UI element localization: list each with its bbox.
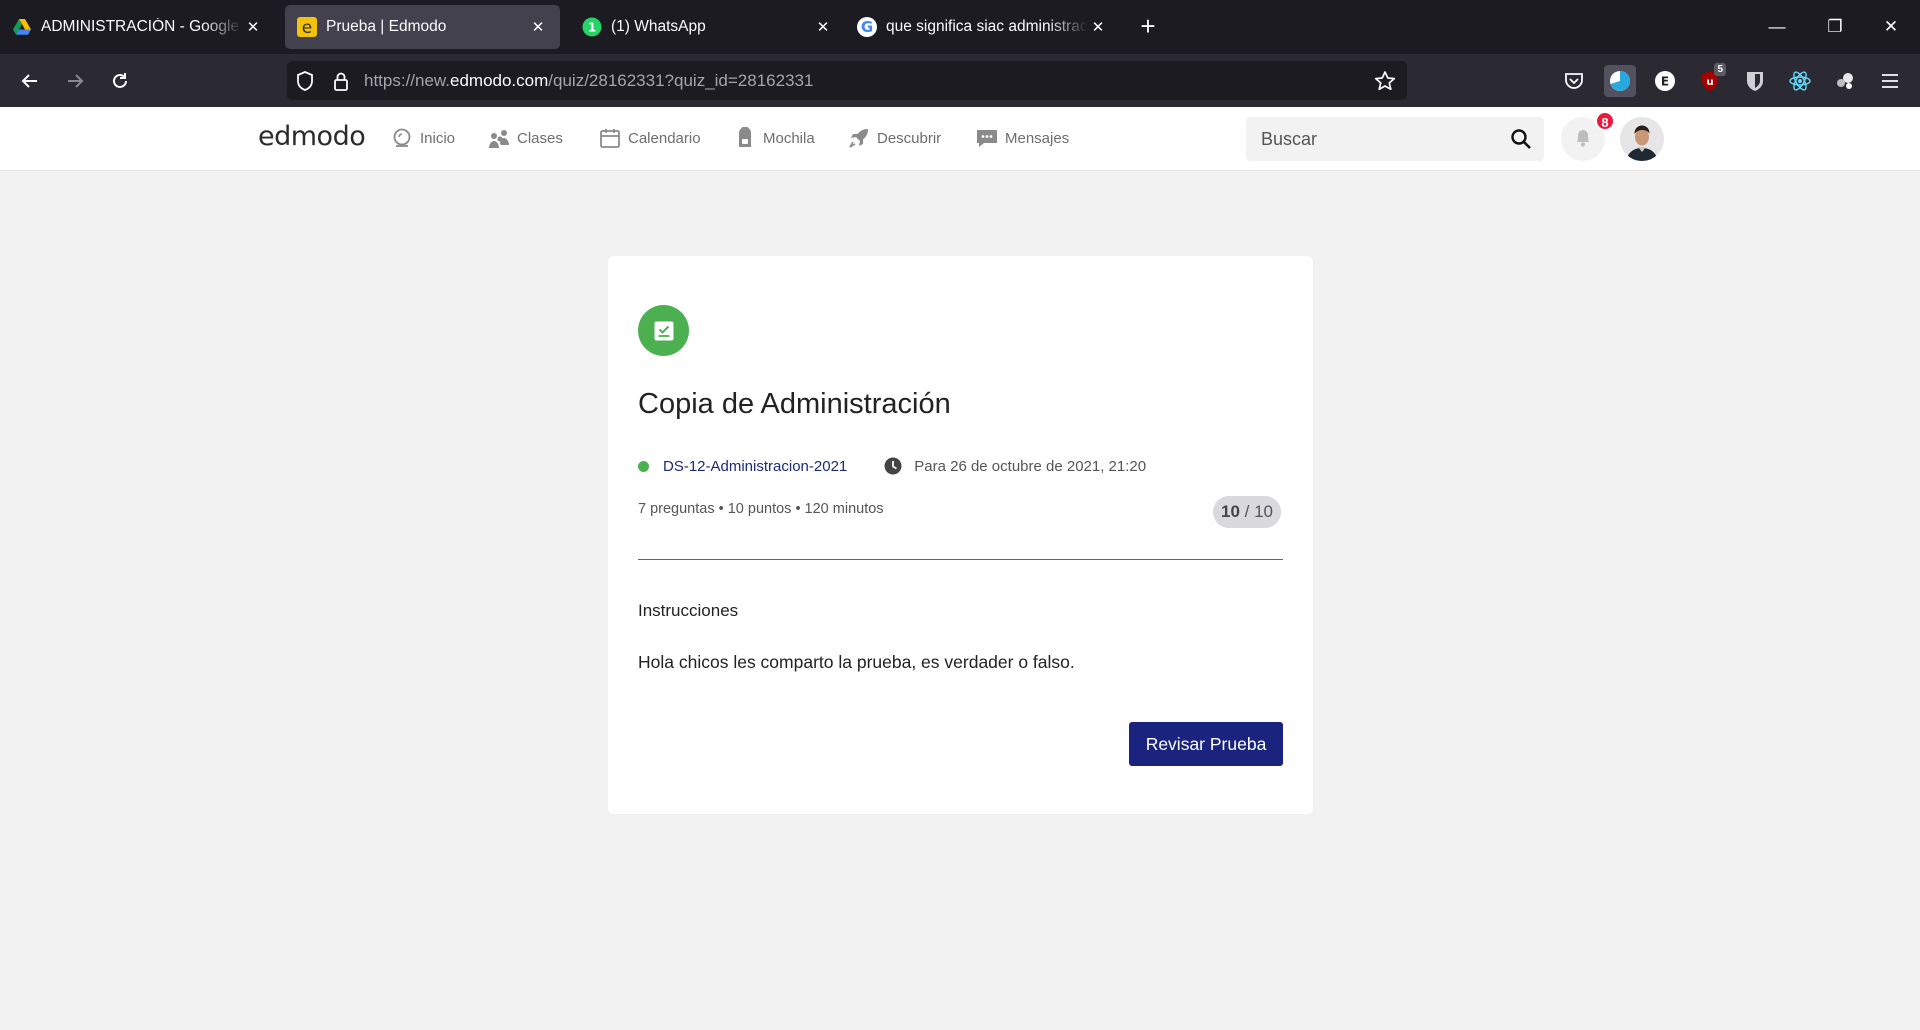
tab-title: Prueba | Edmodo <box>326 18 447 35</box>
forward-icon[interactable] <box>59 65 91 97</box>
whatsapp-icon: 1 <box>582 17 602 37</box>
tab-title: ADMINISTRACIÓN - Google Drive <box>41 18 243 35</box>
close-icon[interactable]: ✕ <box>1088 17 1108 37</box>
ublock-icon[interactable]: u 5 <box>1694 63 1726 97</box>
extension-badge: 5 <box>1714 63 1726 76</box>
home-icon <box>390 126 414 150</box>
tab-edmodo[interactable]: e Prueba | Edmodo ✕ <box>285 5 560 49</box>
notifications-badge: 8 <box>1595 111 1615 131</box>
messages-icon <box>975 126 999 150</box>
backpack-icon <box>733 126 757 150</box>
tab-title: (1) WhatsApp <box>611 18 706 35</box>
url-text[interactable]: https://new.edmodo.com/quiz/28162331?qui… <box>364 61 813 100</box>
instructions-text: Hola chicos les comparto la prueba, es v… <box>638 652 1075 672</box>
quiz-meta: DS-12-Administracion-2021 Para 26 de oct… <box>638 457 1146 475</box>
tab-google-drive[interactable]: ADMINISTRACIÓN - Google Drive ✕ <box>0 5 275 49</box>
tab-title: que significa siac administracion - Busc… <box>886 18 1088 35</box>
back-icon[interactable] <box>14 65 46 97</box>
tracking-shield-icon[interactable] <box>294 70 316 92</box>
address-bar[interactable]: https://new.edmodo.com/quiz/28162331?qui… <box>287 61 1407 100</box>
classes-icon <box>487 126 511 150</box>
nav-label: Mochila <box>763 129 815 147</box>
score-badge: 10 / 10 <box>1213 496 1282 528</box>
svg-text:e: e <box>302 18 312 37</box>
quiz-card: Copia de Administración DS-12-Administra… <box>608 256 1313 814</box>
browser-tab-strip: ADMINISTRACIÓN - Google Drive ✕ e Prueba… <box>0 0 1920 54</box>
react-devtools-icon[interactable] <box>1784 65 1816 97</box>
bell-icon <box>1572 126 1594 153</box>
google-icon: G <box>857 17 877 37</box>
reload-icon[interactable] <box>104 65 136 97</box>
menu-icon[interactable] <box>1874 65 1906 97</box>
tab-whatsapp[interactable]: 1 (1) WhatsApp ✕ <box>570 5 845 49</box>
clock-icon <box>884 457 902 475</box>
search-icon[interactable] <box>1510 128 1532 150</box>
review-quiz-button[interactable]: Revisar Prueba <box>1129 722 1283 766</box>
due-date: Para 26 de octubre de 2021, 21:20 <box>914 457 1147 475</box>
score-separator: / <box>1239 502 1255 521</box>
instructions-heading: Instrucciones <box>638 601 739 620</box>
svg-text:u: u <box>1706 77 1713 88</box>
close-icon[interactable]: ✕ <box>243 17 263 37</box>
minimize-icon[interactable]: — <box>1764 14 1790 40</box>
google-drive-icon <box>12 17 32 37</box>
lock-icon[interactable] <box>330 70 352 92</box>
close-icon[interactable]: ✕ <box>528 17 548 37</box>
score-total: 10 <box>1254 502 1274 521</box>
close-icon[interactable]: ✕ <box>813 17 833 37</box>
nav-item-mochila[interactable]: Mochila <box>733 126 815 150</box>
edmodo-logo[interactable]: edmodo <box>258 121 366 152</box>
nav-item-mensajes[interactable]: Mensajes <box>975 126 1069 150</box>
svg-text:E: E <box>1661 75 1669 89</box>
search-box <box>1246 117 1544 161</box>
pocket-icon[interactable] <box>1558 65 1590 97</box>
timer-extension-icon[interactable] <box>1604 65 1636 97</box>
nav-label: Clases <box>517 129 563 147</box>
browser-toolbar: https://new.edmodo.com/quiz/28162331?qui… <box>0 54 1920 107</box>
nav-item-inicio[interactable]: Inicio <box>390 126 455 150</box>
edmodo-icon: e <box>297 17 317 37</box>
class-status-dot <box>638 460 649 472</box>
search-input[interactable] <box>1246 117 1496 161</box>
close-window-icon[interactable]: ✕ <box>1878 14 1904 40</box>
bitwarden-icon[interactable] <box>1739 65 1771 97</box>
quiz-title: Copia de Administración <box>638 388 951 420</box>
e-extension-icon[interactable]: E <box>1649 65 1681 97</box>
nav-item-clases[interactable]: Clases <box>487 126 563 150</box>
class-link[interactable]: DS-12-Administracion-2021 <box>663 458 847 475</box>
avatar[interactable] <box>1620 117 1664 161</box>
nav-item-descubrir[interactable]: Descubrir <box>847 126 941 150</box>
nav-label: Descubrir <box>877 129 942 147</box>
nav-item-calendario[interactable]: Calendario <box>598 126 701 150</box>
divider <box>638 559 1283 560</box>
extensions-icon[interactable] <box>1829 65 1861 97</box>
quiz-icon <box>638 305 689 356</box>
new-tab-button[interactable]: + <box>1135 13 1161 40</box>
bookmark-star-icon[interactable] <box>1374 70 1396 92</box>
svg-text:1: 1 <box>588 21 596 35</box>
tab-google-search[interactable]: G que significa siac administracion - Bu… <box>845 5 1120 49</box>
rocket-icon <box>847 126 871 150</box>
nav-label: Mensajes <box>1005 129 1070 147</box>
score-obtained: 10 <box>1221 502 1240 521</box>
nav-label: Inicio <box>420 129 456 147</box>
svg-text:G: G <box>861 18 873 36</box>
quiz-stats: 7 preguntas • 10 puntos • 120 minutos <box>638 501 884 517</box>
nav-label: Calendario <box>628 129 701 147</box>
edmodo-header: edmodo Inicio Clases Calendario Mochila … <box>0 107 1920 171</box>
restore-icon[interactable]: ❐ <box>1822 14 1848 40</box>
calendar-icon <box>598 126 622 150</box>
